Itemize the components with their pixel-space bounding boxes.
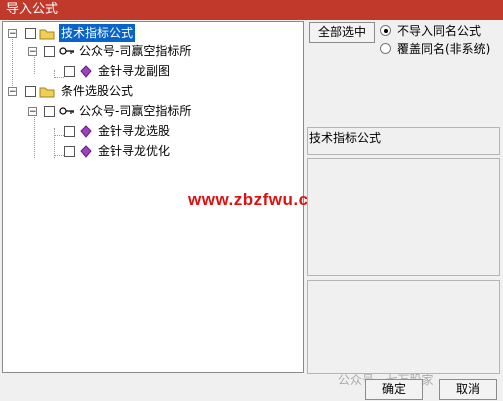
- tree-checkbox[interactable]: [64, 126, 75, 137]
- tree-node-formula[interactable]: 金针寻龙副图: [3, 62, 293, 80]
- tree-node-formula[interactable]: 金针寻龙选股: [3, 122, 293, 140]
- key-icon: [59, 107, 74, 115]
- formula-params-panel[interactable]: [307, 280, 500, 374]
- folder-icon: [39, 29, 55, 40]
- tree-node-formula[interactable]: 金针寻龙优化: [3, 142, 293, 160]
- tree-node-author[interactable]: − 公众号-司赢空指标所: [3, 102, 293, 120]
- tree-node-screening-formulas[interactable]: − 条件选股公式: [3, 82, 293, 100]
- formula-icon: [80, 145, 92, 158]
- tree-node-label: 技术指标公式: [59, 24, 136, 42]
- tree-checkbox[interactable]: [44, 46, 55, 57]
- tree-checkbox[interactable]: [44, 106, 55, 117]
- collapse-button[interactable]: −: [28, 107, 37, 117]
- option-overwrite-same-name[interactable]: 覆盖同名(非系统): [380, 41, 498, 57]
- option-label: 不导入同名公式: [397, 24, 482, 38]
- folder-icon: [39, 87, 55, 98]
- key-icon: [59, 47, 74, 55]
- tree-node-label: 金针寻龙优化: [98, 144, 171, 158]
- tree-checkbox[interactable]: [64, 66, 75, 77]
- radio-button[interactable]: [380, 25, 391, 36]
- tree-node-label: 公众号-司赢空指标所: [79, 44, 192, 58]
- tree-node-label: 金针寻龙选股: [98, 124, 171, 138]
- option-label: 覆盖同名(非系统): [397, 42, 491, 56]
- ok-button[interactable]: 确定: [365, 379, 423, 400]
- cancel-button[interactable]: 取消: [439, 379, 497, 400]
- tree-checkbox[interactable]: [25, 86, 36, 97]
- tree-node-author[interactable]: − 公众号-司赢空指标所: [3, 42, 293, 60]
- tree-checkbox[interactable]: [64, 146, 75, 157]
- tree-checkbox[interactable]: [25, 28, 36, 39]
- formula-icon: [80, 125, 92, 138]
- formula-description-panel[interactable]: [307, 158, 500, 276]
- tree-node-tech-formulas[interactable]: − 技术指标公式: [3, 24, 293, 42]
- collapse-button[interactable]: −: [28, 47, 37, 57]
- collapse-button[interactable]: −: [8, 29, 17, 39]
- formula-type-label: 技术指标公式: [309, 131, 382, 145]
- collapse-button[interactable]: −: [8, 87, 17, 97]
- tree-node-label: 金针寻龙副图: [98, 64, 171, 78]
- tree-node-label: 公众号-司赢空指标所: [79, 104, 192, 118]
- import-formula-dialog: 导入公式 − 技术指标公式 − 公众号-司赢空指标所 金针寻龙副图 − 条件选股…: [0, 0, 503, 401]
- radio-button[interactable]: [380, 43, 391, 54]
- option-no-import-same-name[interactable]: 不导入同名公式: [380, 23, 498, 39]
- window-title: 导入公式: [0, 0, 503, 20]
- tree-node-label: 条件选股公式: [61, 84, 134, 98]
- formula-icon: [80, 65, 92, 78]
- select-all-button[interactable]: 全部选中: [309, 22, 375, 43]
